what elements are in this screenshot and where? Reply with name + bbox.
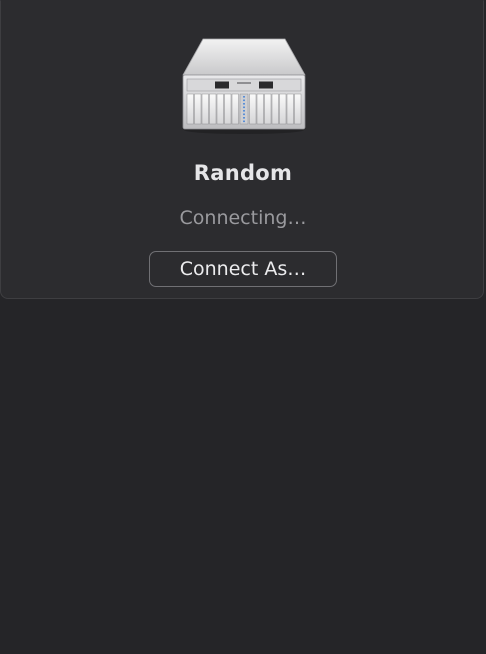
connect-as-button[interactable]: Connect As… bbox=[149, 251, 337, 287]
server-name: Random bbox=[193, 161, 293, 185]
server-connection-panel: Random Connecting… Connect As… bbox=[0, 0, 484, 299]
connection-status: Connecting… bbox=[179, 207, 307, 229]
server-rack-icon bbox=[182, 38, 306, 134]
finder-server-window: Random Connecting… Connect As… bbox=[0, 0, 486, 654]
